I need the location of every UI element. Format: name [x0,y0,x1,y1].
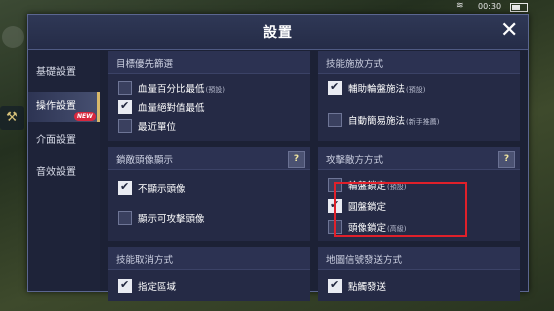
battery-icon [510,3,528,12]
option-label: 血量百分比最低 [138,84,205,95]
close-icon[interactable]: ✕ [500,19,518,43]
checkbox-checked[interactable] [118,180,132,195]
checkbox-checked[interactable] [118,278,132,293]
section-title: 技能取消方式 [116,255,174,266]
option-note: (預設) [205,86,225,94]
checkbox-checked[interactable] [328,278,342,293]
annotation-highlight-box [334,182,467,237]
section-title: 攻擊敵方方式 [326,155,384,166]
section-title: 地圖信號發送方式 [326,255,403,266]
checkbox[interactable] [118,81,132,95]
help-icon[interactable]: ? [498,151,515,168]
shop-icon[interactable]: ⚒ [0,106,24,130]
section-cast-mode: 技能施放方式 輔助輪盤施法(預設) 自動簡易施法(新手推薦) [318,51,520,141]
dialog-title: 設置 [263,25,293,41]
checkbox[interactable] [118,119,132,133]
help-icon[interactable]: ? [288,151,305,168]
section-map-signal: 地圖信號發送方式 點觸發送 [318,247,520,301]
tab-audio-settings[interactable]: 音效設置 [28,158,100,188]
status-clock: 00:30 [478,2,502,11]
option-label: 指定區域 [138,282,177,293]
checkbox[interactable] [328,113,342,127]
option-note: (新手推薦) [406,118,440,126]
option-label: 輔助輪盤施法 [348,84,406,95]
settings-dialog: 設置 ✕ 基礎設置 操作設置 介面設置 NEW 音效設置 目標優先篩選 血量百分… [27,14,529,301]
section-title: 目標優先篩選 [116,59,174,70]
status-bar: ≋ 00:30 [0,0,554,14]
option-label: 最近單位 [138,122,177,133]
section-title: 鎖敵頭像顯示 [116,155,174,166]
option-note: (預設) [406,86,426,94]
option-label: 自動簡易施法 [348,116,406,127]
section-title: 技能施放方式 [326,59,384,70]
settings-sidebar: 基礎設置 操作設置 介面設置 NEW 音效設置 [28,50,100,291]
checkbox-checked[interactable] [118,99,132,114]
tab-basic-settings[interactable]: 基礎設置 [28,58,100,88]
new-badge: NEW [74,112,96,121]
option-label: 血量絕對值最低 [138,103,205,114]
checkbox[interactable] [118,211,132,225]
settings-content: 目標優先篩選 血量百分比最低(預設) 血量絕對值最低 最近單位 技能施放方式 輔… [108,51,520,301]
section-lock-portrait: 鎖敵頭像顯示 ? 不顯示頭像 顯示可攻擊頭像 [108,147,310,241]
option-label: 顯示可攻擊頭像 [138,214,205,225]
section-target-priority: 目標優先篩選 血量百分比最低(預設) 血量絕對值最低 最近單位 [108,51,310,141]
wifi-icon: ≋ [456,1,464,11]
option-label: 不顯示頭像 [138,184,186,195]
option-label: 點觸發送 [348,282,387,293]
dialog-titlebar: 設置 ✕ [28,15,528,50]
tab-interface-settings[interactable]: 介面設置 [28,126,100,156]
section-cancel-mode: 技能取消方式 指定區域 [108,247,310,301]
checkbox-checked[interactable] [328,80,342,95]
game-logo-icon [2,26,24,48]
